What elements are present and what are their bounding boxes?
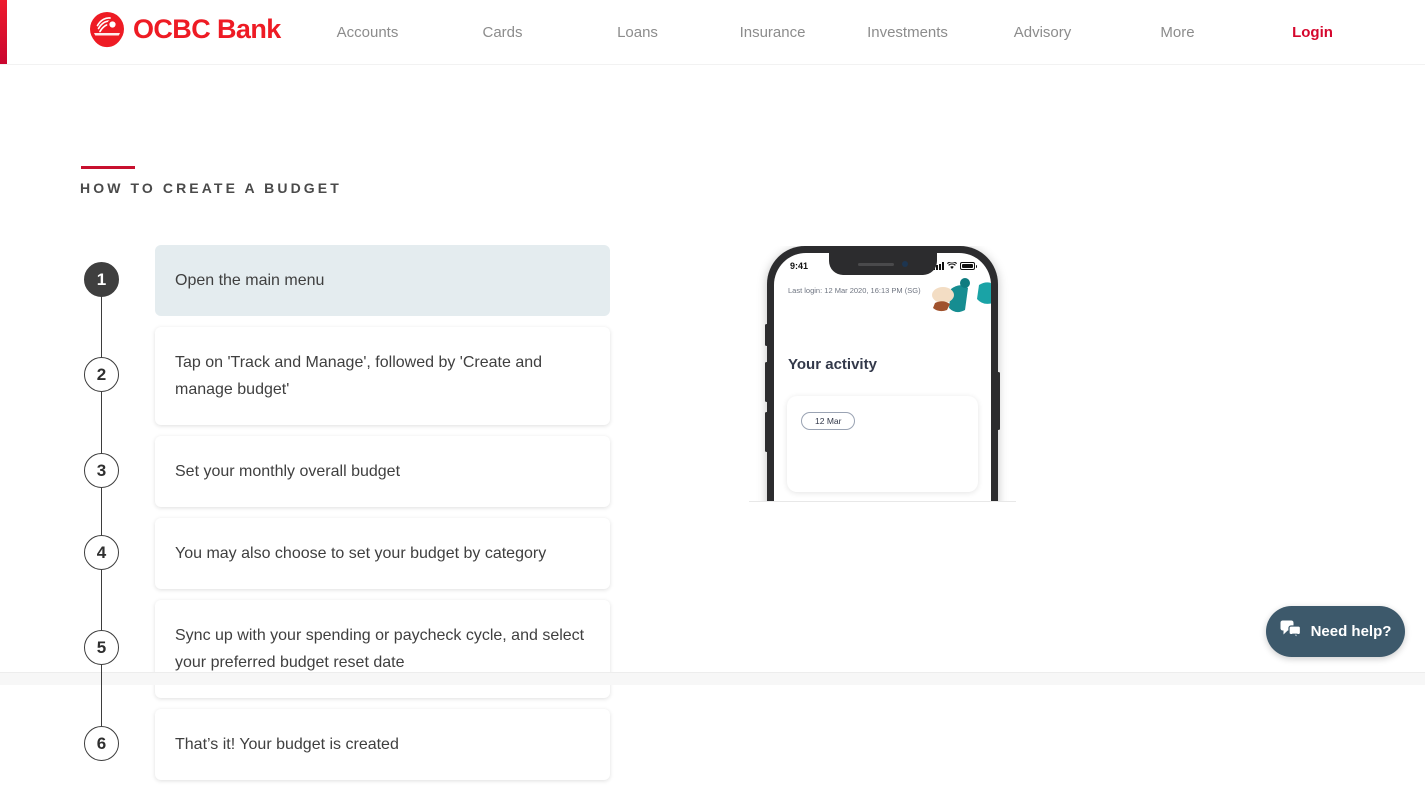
phone-notch: [828, 253, 937, 275]
phone-volume-down-button: [765, 412, 768, 452]
ocbc-circle-logo-icon: [88, 10, 126, 48]
step-badge-column: 3: [80, 425, 155, 518]
ocbc-logo[interactable]: OCBC Bank: [88, 9, 281, 49]
header-divider: [0, 64, 1425, 65]
chat-bubbles-icon: [1280, 620, 1301, 643]
nav-item-cards[interactable]: Cards: [435, 24, 570, 41]
page-title: HOW TO CREATE A BUDGET: [80, 180, 342, 196]
site-header: OCBC Bank Accounts Cards Loans Insurance…: [0, 0, 1425, 65]
step-row: 6 That’s it! Your budget is created: [80, 698, 610, 780]
battery-icon: [960, 262, 977, 270]
wifi-icon: [947, 262, 957, 269]
phone-volume-up-button: [765, 362, 768, 402]
phone-crop-divider: [749, 501, 1016, 502]
nav-item-loans[interactable]: Loans: [570, 24, 705, 41]
step-badge-6[interactable]: 6: [84, 726, 119, 761]
page-bottom-band: [0, 672, 1425, 685]
nav-item-insurance[interactable]: Insurance: [705, 24, 840, 41]
step-badge-column: 6: [80, 698, 155, 780]
login-link[interactable]: Login: [1245, 24, 1380, 41]
timeline-connector: [101, 698, 103, 726]
header-accent-bar: [0, 0, 7, 65]
section-title-rule: [81, 166, 135, 169]
nav-item-more[interactable]: More: [1110, 24, 1245, 41]
step-badge-4[interactable]: 4: [84, 535, 119, 570]
nav-item-investments[interactable]: Investments: [840, 24, 975, 41]
need-help-label: Need help?: [1310, 623, 1392, 640]
step-badge-2[interactable]: 2: [84, 357, 119, 392]
logo-wordmark: OCBC Bank: [133, 13, 281, 44]
step-card-4[interactable]: You may also choose to set your budget b…: [155, 518, 610, 589]
phone-power-button: [997, 372, 1000, 430]
nav-item-accounts[interactable]: Accounts: [300, 24, 435, 41]
step-badge-3[interactable]: 3: [84, 453, 119, 488]
date-filter-pill[interactable]: 12 Mar: [801, 412, 856, 430]
activity-heading: Your activity: [788, 356, 877, 373]
step-badge-5[interactable]: 5: [84, 630, 119, 665]
step-row: 3 Set your monthly overall budget: [80, 425, 610, 518]
step-row: 1 Open the main menu: [80, 245, 610, 327]
step-badge-1[interactable]: 1: [84, 262, 119, 297]
phone-mute-switch: [765, 324, 768, 346]
steps-timeline: 1 Open the main menu 2 Tap on 'Track and…: [80, 245, 610, 791]
need-help-button[interactable]: Need help?: [1266, 606, 1405, 657]
step-badge-column: 2: [80, 316, 155, 436]
step-row: 2 Tap on 'Track and Manage', followed by…: [80, 316, 610, 436]
phone-mockup: 9:41 Your activity 12 Mar Last login: 12…: [749, 246, 1016, 502]
step-badge-column: 1: [80, 245, 155, 327]
status-bar-icons: [933, 262, 977, 270]
main-navigation: Accounts Cards Loans Insurance Investmen…: [300, 0, 1425, 65]
step-card-6[interactable]: That’s it! Your budget is created: [155, 709, 610, 780]
step-card-3[interactable]: Set your monthly overall budget: [155, 436, 610, 507]
step-card-1[interactable]: Open the main menu: [155, 245, 610, 316]
step-card-2[interactable]: Tap on 'Track and Manage', followed by '…: [155, 327, 610, 425]
step-badge-column: 4: [80, 507, 155, 600]
activity-card: 12 Mar: [787, 396, 978, 492]
phone-body: 9:41 Your activity 12 Mar Last login: 12…: [765, 246, 1000, 502]
status-bar-time: 9:41: [790, 261, 809, 271]
earpiece-speaker-icon: [857, 262, 894, 266]
last-login-text: Last login: 12 Mar 2020, 16:13 PM (SG): [788, 286, 921, 295]
front-camera-icon: [901, 261, 908, 267]
step-row: 4 You may also choose to set your budget…: [80, 507, 610, 600]
phone-screen: 9:41 Your activity 12 Mar Last login: 12…: [774, 253, 991, 502]
nav-item-advisory[interactable]: Advisory: [975, 24, 1110, 41]
hero-illustration: [895, 275, 991, 321]
